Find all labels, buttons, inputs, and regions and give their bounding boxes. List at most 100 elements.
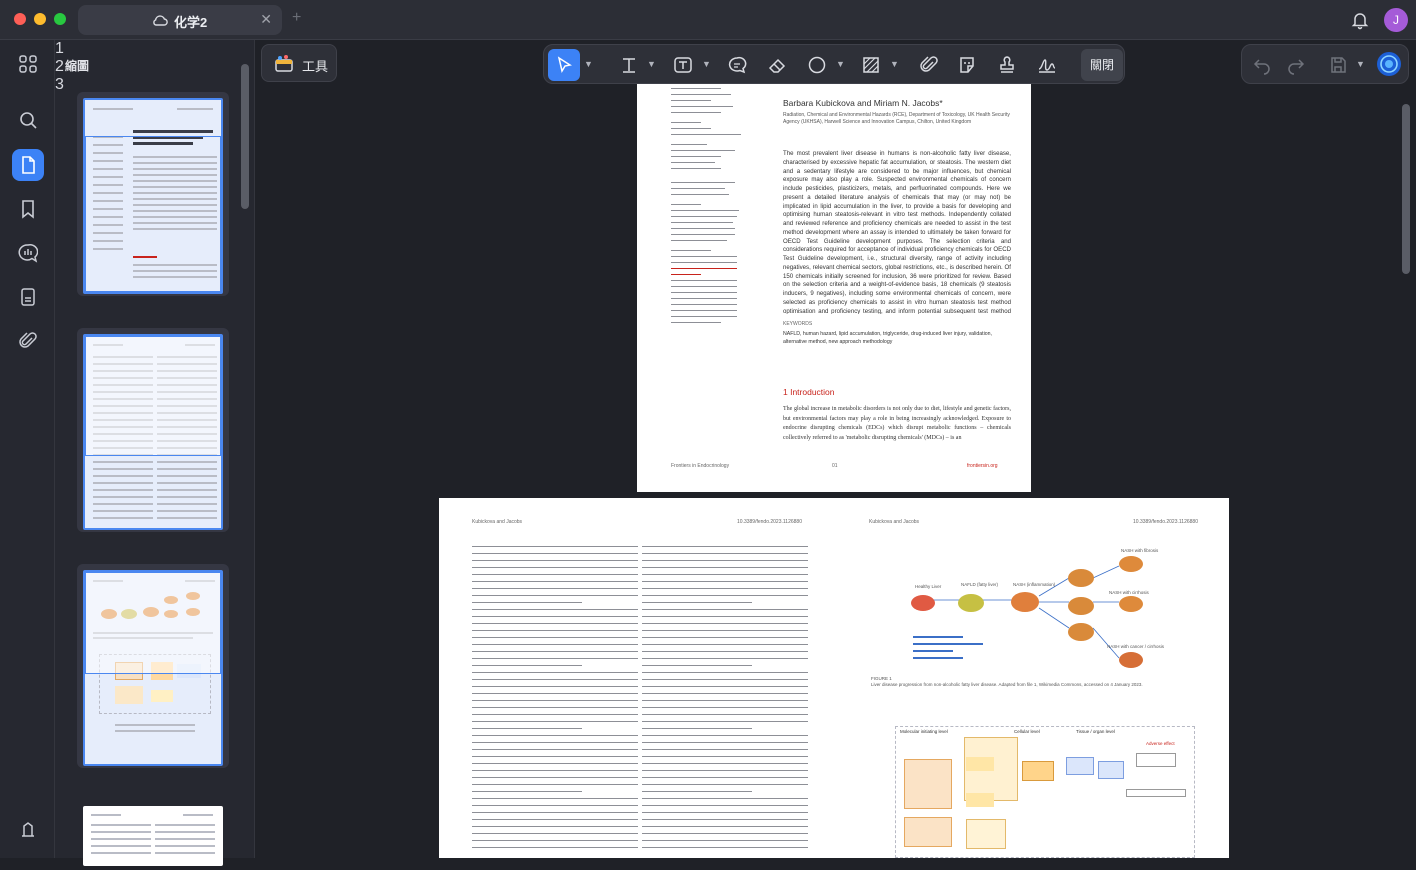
text-line (642, 567, 808, 569)
text-line (472, 735, 638, 737)
tools-button[interactable]: 工具 (261, 44, 337, 82)
select-icon (557, 56, 572, 73)
comment-tool-button[interactable] (722, 49, 752, 81)
redo-icon[interactable] (1286, 55, 1306, 75)
chevron-down-icon[interactable]: ▼ (890, 59, 899, 69)
text-line (472, 700, 638, 702)
comment-icon[interactable] (12, 237, 44, 269)
avatar[interactable]: J (1384, 8, 1408, 32)
save-icon[interactable] (1328, 55, 1348, 75)
left-rail (0, 40, 55, 858)
title-bar: 化学2 ✕ + J (0, 0, 1416, 40)
text-line (472, 616, 638, 618)
text-line (472, 602, 582, 604)
figure-caption: FIGURE 1 Liver disease progression from … (871, 676, 1143, 687)
text-line (472, 665, 582, 667)
text-line (642, 721, 808, 723)
attachment-icon[interactable] (12, 325, 44, 357)
chevron-down-icon[interactable]: ▼ (1356, 59, 1365, 69)
chevron-down-icon[interactable]: ▼ (584, 59, 593, 69)
text-line (642, 777, 808, 779)
text-line (472, 819, 638, 821)
text-line (472, 623, 638, 625)
panel-title: 縮圖 (65, 59, 90, 73)
new-tab-button[interactable]: + (292, 9, 301, 27)
text-line (642, 693, 808, 695)
text-line (472, 581, 638, 583)
text-line (642, 707, 808, 709)
eraser-tool-button[interactable] (762, 49, 792, 81)
select-tool-button[interactable] (548, 49, 580, 81)
fig-label-nafld: NAFLD (fatty liver) (961, 582, 999, 587)
text-line (472, 630, 638, 632)
text-line (642, 805, 808, 807)
text-line (642, 763, 808, 765)
document-scrollbar[interactable] (1402, 104, 1410, 274)
text-line (472, 693, 638, 695)
text-line (642, 791, 752, 793)
document-viewer[interactable]: Barbara Kubickova and Miriam N. Jacobs* … (256, 84, 1416, 858)
search-icon[interactable] (12, 104, 44, 136)
zoom-window-button[interactable] (54, 13, 66, 25)
thumbnail-scrollbar[interactable] (241, 64, 249, 209)
text-line (642, 735, 808, 737)
undo-icon[interactable] (1252, 55, 1272, 75)
chevron-down-icon[interactable]: ▼ (836, 59, 845, 69)
attach-icon (920, 56, 938, 72)
text-line (472, 560, 638, 562)
sticker-icon (960, 57, 974, 73)
stamp-tool-button[interactable] (992, 49, 1022, 81)
text-line (472, 672, 638, 674)
diagram-header-tissue: Tissue / organ level (1076, 729, 1115, 734)
bookmark-icon[interactable] (12, 193, 44, 225)
text-icon (623, 58, 635, 73)
chevron-down-icon[interactable]: ▼ (702, 59, 711, 69)
page-1: Barbara Kubickova and Miriam N. Jacobs* … (637, 84, 1031, 492)
thumbnail-page-2[interactable] (77, 328, 229, 532)
page1-affiliation: Radiation, Chemical and Environmental Ha… (783, 112, 1010, 125)
pages-icon[interactable] (12, 149, 44, 181)
text-tool-button[interactable] (614, 49, 644, 81)
settings-icon[interactable] (12, 814, 44, 846)
area-icon (863, 57, 879, 73)
text-line (472, 770, 638, 772)
fig-label-cirrhosis: NASH with cirrhosis (1109, 590, 1150, 595)
text-line (472, 784, 638, 786)
text-line (642, 742, 808, 744)
area-tool-button[interactable] (856, 49, 886, 81)
document-tab[interactable]: 化学2 ✕ (78, 5, 282, 35)
text-line (642, 616, 808, 618)
textbox-tool-button[interactable] (668, 49, 698, 81)
text-line (642, 840, 808, 842)
document-icon[interactable] (12, 281, 44, 313)
close-window-button[interactable] (14, 13, 26, 25)
minimize-window-button[interactable] (34, 13, 46, 25)
text-line (642, 700, 808, 702)
text-line (642, 847, 808, 849)
page3-header-right: 10.3389/fendo.2023.1126880 (1133, 519, 1198, 525)
close-toolbar-button[interactable]: 關閉 (1081, 49, 1123, 81)
text-line (642, 560, 808, 562)
page2-column-left (472, 546, 638, 858)
thumbnail-page-3[interactable] (77, 564, 229, 768)
page2-header-left: Kubickova and Jacobs (472, 519, 523, 525)
close-icon[interactable]: ✕ (260, 11, 272, 28)
tools-label: 工具 (302, 59, 329, 74)
cloud-icon (153, 15, 168, 26)
attach-tool-button[interactable] (914, 49, 944, 81)
signature-tool-button[interactable] (1032, 49, 1062, 81)
page2-header-right: 10.3389/fendo.2023.1126880 (737, 519, 802, 525)
annotation-toolbar: ▼ ▼ ▼ ▼ ▼ 關閉 (543, 44, 1125, 84)
shape-tool-button[interactable] (802, 49, 832, 81)
ai-assistant-icon[interactable] (1376, 51, 1402, 77)
sticker-tool-button[interactable] (952, 49, 982, 81)
grid-icon[interactable] (12, 48, 44, 80)
text-line (642, 546, 808, 548)
thumbnail-page-4[interactable] (77, 800, 229, 870)
text-line (472, 595, 638, 597)
bell-icon[interactable] (1350, 10, 1370, 30)
thumbnail-page-1[interactable] (77, 92, 229, 296)
page1-intro-text: The global increase in metabolic disorde… (783, 406, 1011, 441)
diagram-header-cellular: Cellular level (1014, 729, 1040, 734)
chevron-down-icon[interactable]: ▼ (647, 59, 656, 69)
